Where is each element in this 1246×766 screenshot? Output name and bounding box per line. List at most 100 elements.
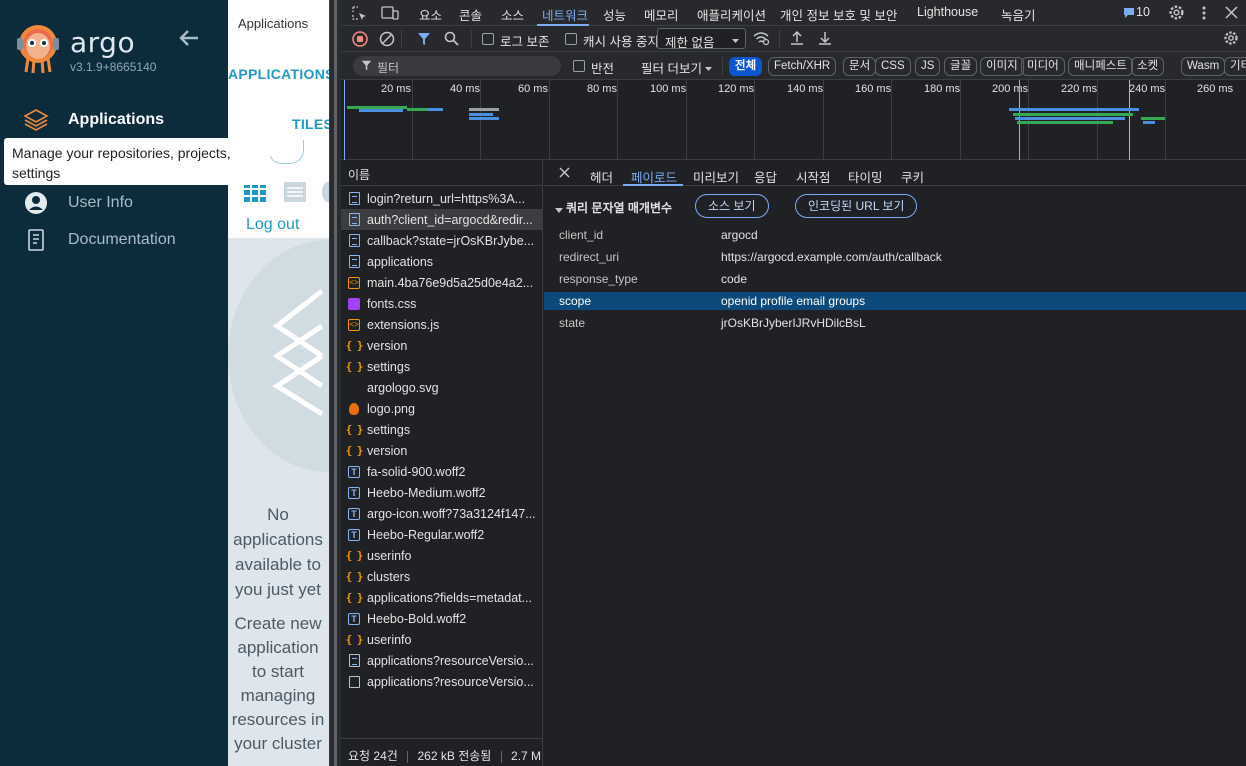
filter-type-media[interactable]: 미디어	[1021, 57, 1065, 76]
devtools-resize-handle[interactable]	[334, 0, 337, 766]
query-param-row[interactable]: scope openid profile email groups	[544, 292, 1246, 310]
network-conditions-wifi-icon[interactable]	[752, 30, 770, 49]
nav-applications-label: Applications	[68, 111, 165, 128]
tab-performance[interactable]: 성능	[603, 5, 626, 24]
tab-lighthouse[interactable]: Lighthouse	[917, 5, 978, 19]
request-row[interactable]: T Heebo-Bold.woff2	[341, 608, 542, 629]
tab-elements[interactable]: 요소	[419, 5, 442, 24]
summary-view-icon[interactable]	[322, 182, 329, 202]
request-row[interactable]: auth?client_id=argocd&redir...	[341, 209, 542, 230]
collapse-sidebar-arrow-icon[interactable]	[178, 28, 200, 48]
invert-checkbox[interactable]	[573, 60, 585, 72]
more-filters-button[interactable]: 필터 더보기	[641, 58, 702, 77]
query-param-row[interactable]: client_id argocd	[544, 226, 1246, 244]
query-param-row[interactable]: redirect_uri https://argocd.example.com/a…	[544, 248, 1246, 266]
view-url-encoded-button[interactable]: 인코딩된 URL 보기	[795, 194, 918, 218]
search-icon[interactable]	[444, 31, 459, 49]
filter-type-js[interactable]: JS	[915, 57, 941, 76]
logout-link[interactable]: Log out	[246, 216, 299, 234]
filter-type-font[interactable]: 글꼴	[944, 57, 978, 76]
request-row[interactable]: applications	[341, 251, 542, 272]
section-toggle-triangle-icon[interactable]	[555, 203, 563, 217]
query-param-value: jrOsKBrJyberIJRvHDilcBsL	[721, 316, 866, 330]
request-row[interactable]: { } applications?fields=metadat...	[341, 587, 542, 608]
list-view-icon[interactable]	[282, 180, 308, 204]
tab-console[interactable]: 콘솔	[459, 5, 482, 24]
request-row[interactable]: { } version	[341, 440, 542, 461]
filter-type-all[interactable]: 전체	[729, 57, 763, 76]
nav-user-info[interactable]: User Info	[22, 189, 133, 217]
filter-type-socket[interactable]: 소켓	[1131, 57, 1165, 76]
tab-preview[interactable]: 미리보기	[693, 167, 739, 186]
tab-applications[interactable]: APPLICATIONS	[228, 66, 329, 82]
issues-icon[interactable]	[1123, 7, 1135, 22]
request-row[interactable]: fonts.css	[341, 293, 542, 314]
request-row[interactable]: argologo.svg	[341, 377, 542, 398]
nav-applications[interactable]: Applications	[22, 106, 164, 134]
device-toolbar-icon[interactable]	[381, 5, 399, 24]
request-list-header[interactable]: 이름	[341, 160, 543, 186]
filter-input[interactable]: 필터	[353, 56, 561, 76]
query-param-row[interactable]: response_type code	[544, 270, 1246, 288]
request-row[interactable]: { } version	[341, 335, 542, 356]
close-devtools-icon[interactable]	[1225, 6, 1238, 22]
request-row[interactable]: applications?resourceVersio...	[341, 650, 542, 671]
request-row[interactable]: T Heebo-Medium.woff2	[341, 482, 542, 503]
tab-sources[interactable]: 소스	[501, 5, 524, 24]
preserve-log-checkbox[interactable]	[482, 33, 494, 45]
tab-privacy-security[interactable]: 개인 정보 보호 및 보안	[780, 5, 897, 24]
request-row[interactable]: login?return_url=https%3A...	[341, 188, 542, 209]
request-row[interactable]: { } userinfo	[341, 629, 542, 650]
request-row[interactable]: applications?resourceVersio...	[341, 671, 542, 692]
request-row[interactable]: T Heebo-Regular.woff2	[341, 524, 542, 545]
view-source-button[interactable]: 소스 보기	[695, 194, 769, 218]
tab-application[interactable]: 애플리케이션	[697, 5, 766, 24]
filter-type-manifest[interactable]: 매니페스트	[1068, 57, 1133, 76]
close-detail-icon[interactable]	[559, 167, 570, 181]
tab-cookies[interactable]: 쿠키	[901, 167, 924, 186]
filter-type-wasm[interactable]: Wasm	[1181, 57, 1226, 76]
query-param-row[interactable]: state jrOsKBrJyberIJRvHDilcBsL	[544, 314, 1246, 332]
request-row[interactable]: { } settings	[341, 419, 542, 440]
nav-documentation[interactable]: Documentation	[22, 226, 176, 254]
filter-type-other[interactable]: 기타	[1224, 57, 1246, 76]
disable-cache-checkbox[interactable]	[565, 33, 577, 45]
import-har-icon[interactable]	[790, 30, 804, 49]
record-stop-icon[interactable]	[352, 31, 368, 50]
tab-memory[interactable]: 메모리	[644, 5, 679, 24]
request-name: fa-solid-900.woff2	[367, 464, 466, 479]
throttling-select[interactable]: 제한 없음	[657, 28, 746, 50]
tab-recorder[interactable]: 녹음기	[1001, 5, 1036, 24]
more-options-icon[interactable]	[1201, 5, 1207, 24]
settings-gear-icon[interactable]	[1168, 4, 1185, 24]
font-icon: T	[348, 612, 360, 625]
request-row[interactable]: callback?state=jrOsKBrJybe...	[341, 230, 542, 251]
query-params-section-title[interactable]: 쿼리 문자열 매개변수	[566, 199, 672, 216]
tab-tiles[interactable]: TILES	[292, 116, 329, 132]
tab-headers[interactable]: 헤더	[590, 167, 613, 186]
request-row[interactable]: { } userinfo	[341, 545, 542, 566]
filter-funnel-icon[interactable]	[417, 32, 431, 49]
issues-count[interactable]: 10	[1136, 5, 1150, 19]
tab-network[interactable]: 네트워크	[542, 5, 588, 24]
request-row[interactable]: { } clusters	[341, 566, 542, 587]
request-row[interactable]: <> main.4ba76e9d5a25d0e4a2...	[341, 272, 542, 293]
filter-type-fetch-xhr[interactable]: Fetch/XHR	[768, 57, 837, 76]
tab-initiator[interactable]: 시작점	[796, 167, 831, 186]
request-row[interactable]: <> extensions.js	[341, 314, 542, 335]
export-har-icon[interactable]	[818, 30, 832, 49]
network-overview-timeline[interactable]: 20 ms 40 ms 60 ms 80 ms 100 ms 120 ms 14…	[341, 80, 1246, 160]
clear-icon[interactable]	[379, 31, 395, 50]
inspect-element-icon[interactable]	[351, 5, 367, 24]
request-row[interactable]: Tfa-solid-900.woff2	[341, 461, 542, 482]
request-row[interactable]: Targo-icon.woff?73a3124f147...	[341, 503, 542, 524]
request-row[interactable]: { } settings	[341, 356, 542, 377]
network-settings-gear-icon[interactable]	[1223, 30, 1239, 49]
filter-pill[interactable]	[268, 140, 304, 164]
filter-type-image[interactable]: 이미지	[980, 57, 1024, 76]
filter-type-document[interactable]: 문서	[843, 57, 877, 76]
tab-response[interactable]: 응답	[754, 167, 777, 186]
request-row[interactable]: logo.png	[341, 398, 542, 419]
tab-timing[interactable]: 타이밍	[848, 167, 883, 186]
filter-type-css[interactable]: CSS	[875, 57, 911, 76]
